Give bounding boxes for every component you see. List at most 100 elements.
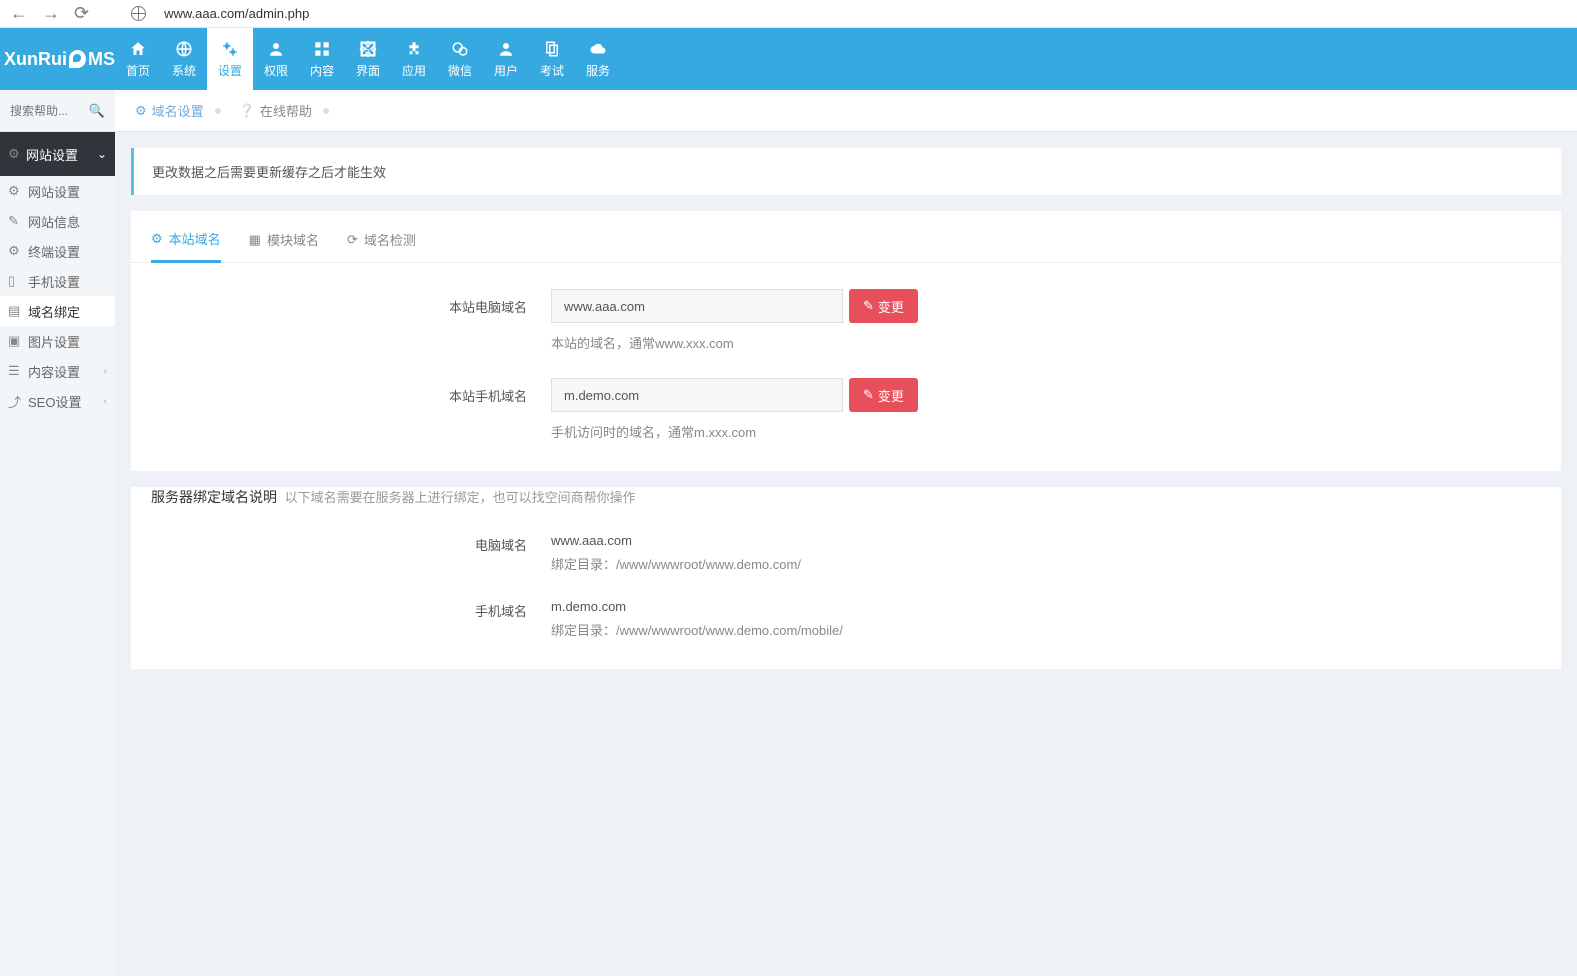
logo-text-post: MS <box>88 49 115 70</box>
tab-label: 模块域名 <box>267 230 319 249</box>
reload-icon[interactable]: ⟳ <box>74 3 89 24</box>
back-arrow-icon[interactable]: ← <box>10 3 28 24</box>
page-tab-domain[interactable]: ⚙ 域名设置 <box>135 101 221 120</box>
server-title: 服务器绑定域名说明 <box>151 489 277 505</box>
pc-info-label: 电脑域名 <box>131 533 527 573</box>
gears-icon: ⚙ <box>8 243 22 259</box>
page-tab-help[interactable]: ❔ 在线帮助 <box>239 101 329 120</box>
sidebar-item-label: 网站信息 <box>28 212 80 231</box>
nav-app[interactable]: 应用 <box>391 28 437 90</box>
nav-settings[interactable]: 设置 <box>207 28 253 90</box>
image-icon: ▣ <box>8 333 22 349</box>
sidebar-item-seo[interactable]: ⤴ SEO设置 ‹ <box>0 386 115 416</box>
nav-home-label: 首页 <box>126 62 150 79</box>
nav-permission-label: 权限 <box>264 62 288 79</box>
sidebar-item-mobile[interactable]: ▯ 手机设置 <box>0 266 115 296</box>
gear-icon: ⚙ <box>8 146 22 162</box>
sidebar-item-label: SEO设置 <box>28 392 81 411</box>
chevron-left-icon: ‹ <box>104 396 107 407</box>
nav-service[interactable]: 服务 <box>575 28 621 90</box>
mobile-info-label: 手机域名 <box>131 599 527 639</box>
pc-info-domain: www.aaa.com <box>551 533 801 548</box>
nav-service-label: 服务 <box>586 62 610 79</box>
nav-home[interactable]: 首页 <box>115 28 161 90</box>
address-bar[interactable]: www.aaa.com/admin.php <box>164 6 309 21</box>
nav-settings-label: 设置 <box>218 62 242 79</box>
mobile-domain-input[interactable] <box>551 378 843 412</box>
nav-wechat-label: 微信 <box>448 62 472 79</box>
domain-panel: ⚙本站域名 ▦模块域名 ⟳域名检测 本站电脑域名 ✎变更 本站的域名，通常www… <box>131 211 1561 471</box>
close-dot-icon[interactable] <box>323 108 329 114</box>
nav-user[interactable]: 用户 <box>483 28 529 90</box>
chevron-left-icon: ‹ <box>104 366 107 377</box>
share-icon: ⤴ <box>8 392 22 411</box>
sidebar-item-label: 手机设置 <box>28 272 80 291</box>
mobile-info-domain: m.demo.com <box>551 599 843 614</box>
pc-domain-input[interactable] <box>551 289 843 323</box>
nav-system-label: 系统 <box>172 62 196 79</box>
tab-site-domain[interactable]: ⚙ 本站域名 <box>151 229 221 263</box>
edit-icon: ✎ <box>863 387 874 403</box>
link-icon: ▤ <box>8 303 22 319</box>
content-area: ⚙ 域名设置 ❔ 在线帮助 更改数据之后需要更新缓存之后才能生效 ⚙ 本站域名 ▦… <box>115 90 1577 976</box>
close-dot-icon[interactable] <box>215 108 221 114</box>
sidebar-item-site-settings[interactable]: ⚙ 网站设置 <box>0 176 115 206</box>
sidebar-item-label: 域名绑定 <box>28 302 80 321</box>
mobile-change-button[interactable]: ✎变更 <box>849 378 918 412</box>
sidebar-item-label: 终端设置 <box>28 242 80 261</box>
globe-icon <box>131 6 146 21</box>
nav-app-label: 应用 <box>402 62 426 79</box>
nav-wechat[interactable]: 微信 <box>437 28 483 90</box>
sidebar-group-site-settings[interactable]: ⚙ 网站设置 ⌄ <box>0 132 115 176</box>
nav-ui-label: 界面 <box>356 62 380 79</box>
grid-icon: ▦ <box>249 232 261 248</box>
gear-icon: ⚙ <box>8 183 22 199</box>
sidebar-item-terminal[interactable]: ⚙ 终端设置 <box>0 236 115 266</box>
browser-bar: ← → ⟳ www.aaa.com/admin.php <box>0 0 1577 28</box>
page-tab-label: 在线帮助 <box>260 101 312 120</box>
gear-icon: ⚙ <box>151 231 163 247</box>
refresh-icon: ⟳ <box>347 232 358 248</box>
nav-system[interactable]: 系统 <box>161 28 207 90</box>
sidebar-item-domain[interactable]: ▤ 域名绑定 <box>0 296 115 326</box>
sidebar-item-content-settings[interactable]: ☰内容设置‹ <box>0 356 115 386</box>
logo-text-pre: XunRui <box>4 49 67 70</box>
forward-arrow-icon[interactable]: → <box>42 3 60 24</box>
logo: XunRui MS <box>0 28 115 90</box>
nav-user-label: 用户 <box>494 62 518 79</box>
nav-exam[interactable]: 考试 <box>529 28 575 90</box>
sidebar-item-site-info[interactable]: ✎ 网站信息 <box>0 206 115 236</box>
alert-info: 更改数据之后需要更新缓存之后才能生效 <box>131 148 1561 195</box>
edit-icon: ✎ <box>8 213 22 229</box>
pc-domain-hint: 本站的域名，通常www.xxx.com <box>551 333 918 352</box>
alert-text: 更改数据之后需要更新缓存之后才能生效 <box>152 165 386 180</box>
help-icon: ❔ <box>239 103 255 119</box>
sidebar-item-image[interactable]: ▣图片设置 <box>0 326 115 356</box>
tab-label: 域名检测 <box>364 230 416 249</box>
gear-icon: ⚙ <box>135 103 147 119</box>
tab-domain-check[interactable]: ⟳ 域名检测 <box>347 229 416 262</box>
page-tabs: ⚙ 域名设置 ❔ 在线帮助 <box>115 90 1577 132</box>
mobile-icon: ▯ <box>8 273 22 289</box>
sidebar-search[interactable]: 🔍 <box>0 90 115 132</box>
pc-change-button[interactable]: ✎变更 <box>849 289 918 323</box>
nav-ui[interactable]: 5界面 <box>345 28 391 90</box>
pc-info-path: 绑定目录：/www/wwwroot/www.demo.com/ <box>551 554 801 573</box>
page-tab-label: 域名设置 <box>152 101 204 120</box>
search-input[interactable] <box>10 104 80 118</box>
sidebar-group-label: 网站设置 <box>26 145 78 164</box>
tab-label: 本站域名 <box>169 229 221 248</box>
sidebar-item-label: 内容设置 <box>28 362 80 381</box>
flame-icon <box>69 50 86 68</box>
top-nav: XunRuiMS 首页 系统 设置 权限 内容 5界面 应用 微信 用户 考试 … <box>0 28 1577 90</box>
nav-permission[interactable]: 权限 <box>253 28 299 90</box>
inner-tabs: ⚙ 本站域名 ▦ 模块域名 ⟳ 域名检测 <box>131 211 1561 263</box>
nav-content[interactable]: 内容 <box>299 28 345 90</box>
search-icon[interactable]: 🔍 <box>89 103 105 119</box>
button-label: 变更 <box>878 386 904 405</box>
nav-exam-label: 考试 <box>540 62 564 79</box>
mobile-domain-hint: 手机访问时的域名，通常m.xxx.com <box>551 422 918 441</box>
tab-module-domain[interactable]: ▦ 模块域名 <box>249 229 319 262</box>
nav-content-label: 内容 <box>310 62 334 79</box>
sidebar-item-label: 网站设置 <box>28 182 80 201</box>
